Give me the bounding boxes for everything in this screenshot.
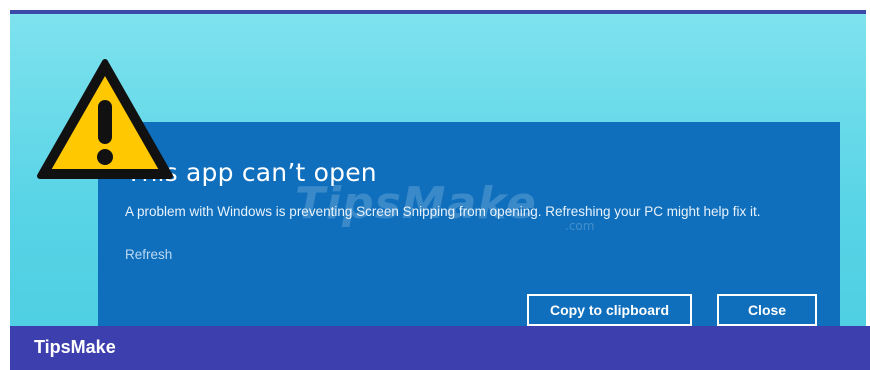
copy-to-clipboard-button[interactable]: Copy to clipboard [527, 294, 692, 326]
screenshot-frame: This app can’t open A problem with Windo… [0, 0, 870, 370]
footer-bar: TipsMake [10, 326, 870, 370]
dialog-message: A problem with Windows is preventing Scr… [125, 204, 761, 219]
warning-triangle-icon [37, 59, 173, 179]
desktop-background: This app can’t open A problem with Windo… [10, 10, 866, 334]
error-dialog: This app can’t open A problem with Windo… [98, 122, 840, 334]
refresh-link[interactable]: Refresh [125, 247, 172, 262]
footer-brand: TipsMake [34, 337, 116, 357]
close-button[interactable]: Close [717, 294, 817, 326]
